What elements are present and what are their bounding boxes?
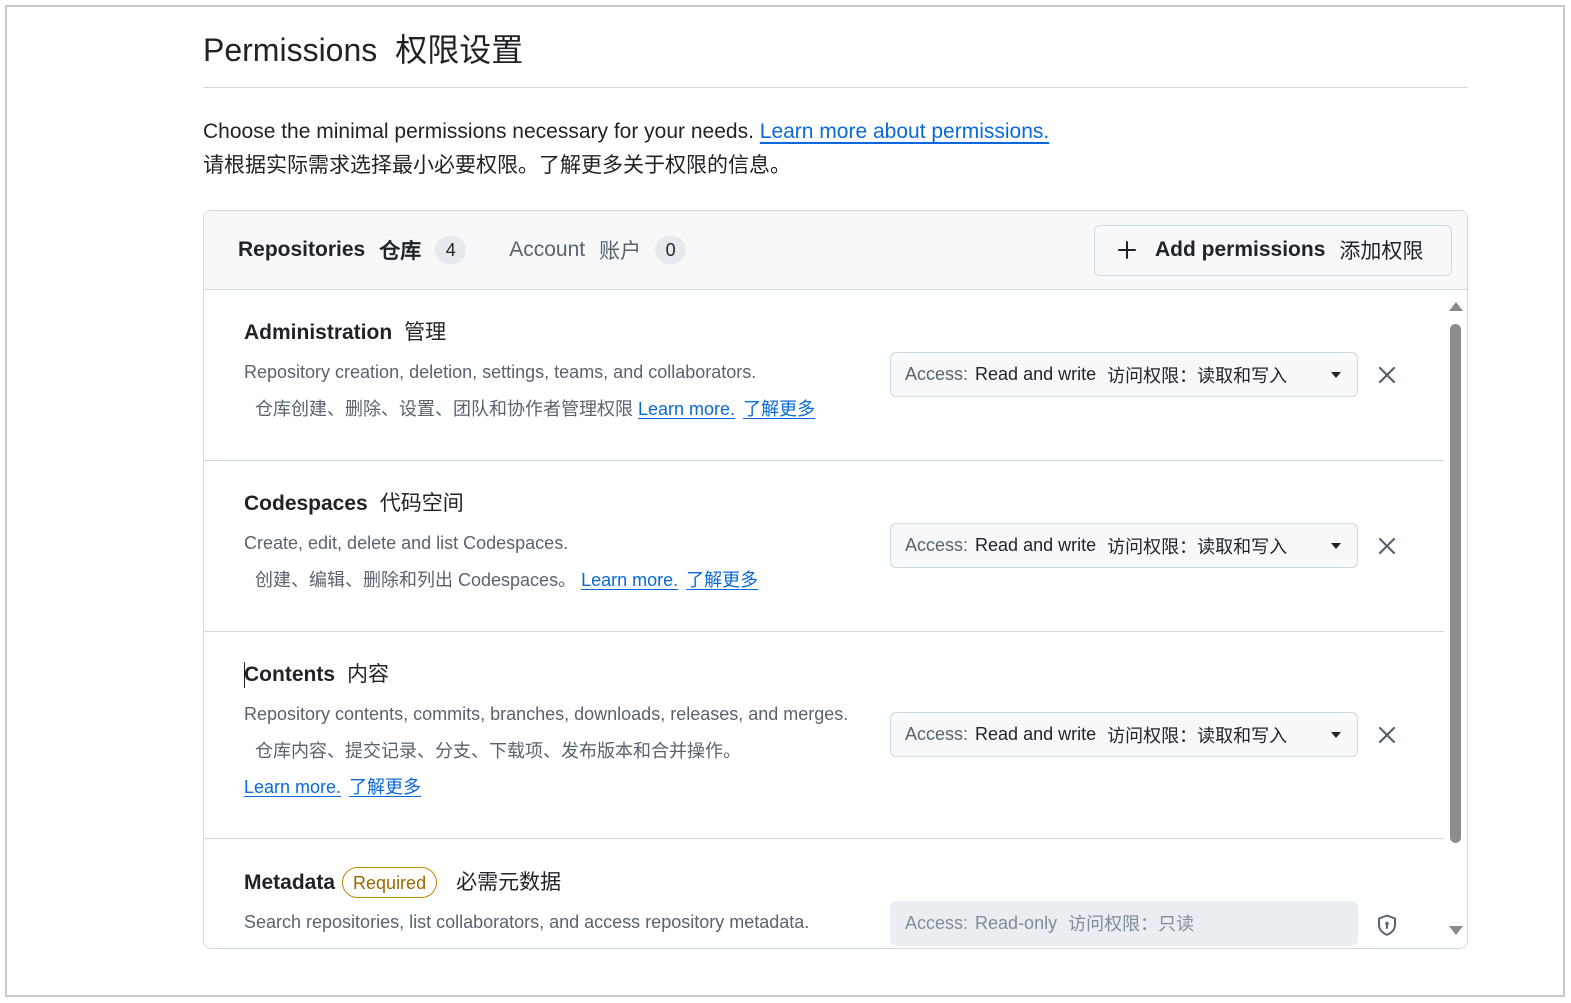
- learn-more-permissions-link[interactable]: Learn more about permissions.: [760, 120, 1049, 143]
- page-title-text: Permissions: [203, 32, 378, 68]
- access-value-zh: 访问权限：读取和写入: [1107, 725, 1288, 746]
- triangle-down-icon[interactable]: [1449, 926, 1463, 935]
- learn-more-label-zh: 了解更多: [349, 777, 422, 797]
- page-title-zh: 权限设置: [395, 32, 524, 68]
- tab-account[interactable]: Account 账户 0: [509, 235, 687, 265]
- learn-more-link[interactable]: Learn more. 了解更多: [244, 777, 421, 797]
- permission-info: Codespaces 代码空间 Create, edit, delete and…: [244, 489, 876, 598]
- access-label: Access:: [905, 535, 969, 555]
- x-icon: [1378, 726, 1396, 744]
- permission-name-zh: 管理: [404, 321, 447, 344]
- shield-lock-icon: [1377, 914, 1397, 936]
- tab-label: Repositories: [238, 238, 366, 261]
- permissions-panel-header: Repositories 仓库 4 Account 账户 0 Add permi…: [204, 211, 1467, 290]
- triangle-down-icon: [1330, 542, 1342, 550]
- permission-name-zh: 代码空间: [379, 492, 464, 515]
- access-value: Read and write: [975, 724, 1097, 744]
- access-value: Read and write: [975, 535, 1097, 555]
- permission-item-codespaces: Codespaces 代码空间 Create, edit, delete and…: [204, 461, 1444, 632]
- permission-description: Repository creation, deletion, settings,…: [244, 362, 757, 382]
- permission-description: Create, edit, delete and list Codespaces…: [244, 533, 569, 553]
- permission-item-contents: Contents 内容 Repository contents, commits…: [204, 632, 1444, 839]
- access-value-zh: 访问权限：只读: [1068, 914, 1195, 934]
- permission-name-zh: 必需元数据: [456, 870, 562, 894]
- tab-count-badge: 0: [655, 236, 687, 264]
- access-level-select[interactable]: Access: Read and write 访问权限：读取和写入: [890, 712, 1358, 757]
- plus-icon-svg: [1118, 241, 1136, 259]
- permission-name: Metadata: [244, 870, 336, 894]
- permission-title: Administration 管理: [244, 318, 876, 348]
- permission-title: Metadata Required 必需元数据: [244, 867, 876, 898]
- triangle-down-icon: [1330, 731, 1342, 739]
- permissions-panel: Repositories 仓库 4 Account 账户 0 Add permi…: [203, 210, 1468, 949]
- learn-more-label: Learn more.: [638, 399, 736, 419]
- permission-item-administration: Administration 管理 Repository creation, d…: [204, 290, 1444, 461]
- permission-info: Contents 内容 Repository contents, commits…: [244, 660, 876, 805]
- permission-title: Contents 内容: [244, 660, 876, 690]
- access-label: Access:: [905, 364, 969, 384]
- access-label: Access:: [905, 724, 969, 744]
- permission-description-zh-text: 仓库内容、提交记录、分支、下载项、发布版本和合并操作。: [255, 741, 741, 761]
- tab-repositories[interactable]: Repositories 仓库 4: [238, 235, 467, 265]
- learn-more-label-zh: 了解更多: [743, 399, 816, 419]
- learn-more-label: Learn more.: [244, 777, 342, 797]
- scrollbar-thumb[interactable]: [1450, 324, 1461, 843]
- triangle-down-icon-svg: [1331, 542, 1341, 549]
- access-value-zh: 访问权限：读取和写入: [1107, 536, 1288, 557]
- access-value: Read and write: [975, 364, 1097, 384]
- access-value: Read-only: [975, 912, 1058, 933]
- scrollbar[interactable]: [1444, 290, 1467, 948]
- x-icon: [1378, 537, 1396, 555]
- add-permissions-label-zh: 添加权限: [1339, 240, 1424, 263]
- learn-more-link[interactable]: Learn more. 了解更多: [638, 399, 815, 419]
- x-icon: [1378, 366, 1396, 384]
- permission-list: Administration 管理 Repository creation, d…: [204, 290, 1444, 948]
- shield-lock-icon-svg: [1378, 914, 1396, 936]
- page-title: Permissions 权限设置: [203, 30, 523, 70]
- access-level-select[interactable]: Access: Read and write 访问权限：读取和写入: [890, 523, 1358, 568]
- remove-permission-button[interactable]: [1371, 719, 1403, 751]
- permission-description-zh: 创建、编辑、删除和列出 Codespaces。 Learn more. 了解更多: [244, 562, 876, 598]
- intro-line-zh: 请根据实际需求选择最小必要权限。了解更多关于权限的信息。: [203, 154, 791, 177]
- access-value-zh: 访问权限：读取和写入: [1107, 365, 1288, 386]
- permission-name: Codespaces: [244, 492, 368, 515]
- permission-name-zh: 内容: [347, 663, 389, 686]
- required-badge: Required: [342, 867, 438, 898]
- tab-label-zh: 仓库: [379, 240, 422, 263]
- triangle-up-icon[interactable]: [1449, 302, 1463, 311]
- permission-info: Metadata Required 必需元数据 Search repositor…: [244, 867, 876, 937]
- tab-label-zh: 账户: [599, 240, 642, 263]
- permission-description-zh: 仓库创建、删除、设置、团队和协作者管理权限 Learn more. 了解更多: [244, 391, 876, 427]
- permission-description-zh-text: 仓库创建、删除、设置、团队和协作者管理权限: [255, 399, 633, 419]
- tab-count-badge: 4: [435, 236, 467, 264]
- add-permissions-label: Add permissions: [1155, 238, 1326, 261]
- tab-label: Account: [509, 238, 586, 261]
- add-permissions-button[interactable]: Add permissions 添加权限: [1094, 224, 1452, 276]
- permission-name: Contents: [244, 663, 335, 686]
- plus-icon: [1117, 240, 1137, 260]
- learn-more-label-zh: 了解更多: [686, 570, 759, 590]
- remove-permission-button[interactable]: [1371, 359, 1403, 391]
- permission-description-zh: 仓库内容、提交记录、分支、下载项、发布版本和合并操作。 Learn more. 了…: [244, 733, 876, 805]
- intro-line-en: Choose the minimal permissions necessary…: [203, 115, 1468, 149]
- learn-more-link[interactable]: Learn more. 了解更多: [581, 570, 758, 590]
- triangle-down-icon-svg: [1331, 371, 1341, 378]
- permission-name: Administration: [244, 321, 393, 344]
- access-label: Access:: [905, 912, 969, 933]
- triangle-down-icon-svg: [1331, 731, 1341, 738]
- learn-more-label: Learn more.: [581, 570, 679, 590]
- access-level-select-disabled: Access: Read-only 访问权限：只读: [890, 900, 1358, 946]
- permission-description: Repository contents, commits, branches, …: [244, 704, 849, 724]
- permission-title: Codespaces 代码空间: [244, 489, 876, 519]
- permission-info: Administration 管理 Repository creation, d…: [244, 318, 876, 427]
- access-level-select[interactable]: Access: Read and write 访问权限：读取和写入: [890, 352, 1358, 397]
- triangle-down-icon: [1330, 371, 1342, 379]
- title-divider: [203, 87, 1468, 88]
- remove-permission-button[interactable]: [1371, 530, 1403, 562]
- permission-item-metadata: Metadata Required 必需元数据 Search repositor…: [204, 839, 1444, 948]
- permission-description: Search repositories, list collaborators,…: [244, 912, 810, 932]
- permission-description-zh-text: 创建、编辑、删除和列出 Codespaces。: [255, 570, 577, 590]
- intro-paragraph: Choose the minimal permissions necessary…: [203, 115, 1468, 183]
- intro-text: Choose the minimal permissions necessary…: [203, 120, 754, 143]
